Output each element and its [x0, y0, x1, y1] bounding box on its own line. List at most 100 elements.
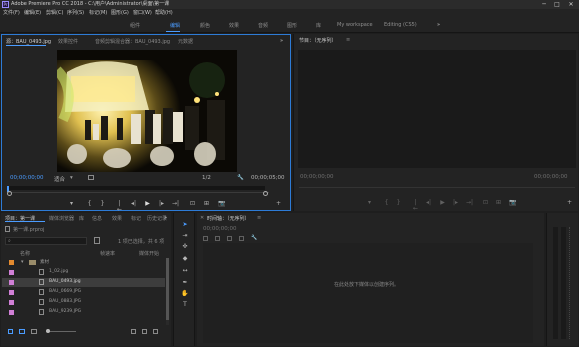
project-row-item[interactable]: BAU_0669.JPG — [2, 288, 165, 297]
project-row-item-selected[interactable]: BAU_0493.jpg — [2, 278, 165, 287]
program-add-button[interactable]: + — [566, 200, 573, 206]
close-button[interactable]: ✕ — [565, 0, 577, 9]
project-tabs-more-button[interactable]: » — [164, 215, 167, 221]
play-button[interactable]: ▶ — [144, 201, 151, 207]
source-tabs-more-button[interactable]: » — [280, 38, 283, 44]
project-search-input[interactable]: ⌕ — [5, 237, 87, 245]
menu-help[interactable]: 帮助(H) — [155, 9, 173, 18]
new-item-icon[interactable] — [142, 329, 147, 334]
tab-source[interactable]: 源：BAU_0493.jpg — [6, 38, 51, 45]
program-mark-in-button[interactable]: { — [383, 200, 390, 206]
ws-tab-libraries[interactable]: 库 — [316, 22, 321, 29]
pen-tool-icon[interactable]: ✒ — [181, 279, 189, 287]
ws-tab-audio[interactable]: 音频 — [258, 22, 268, 29]
source-fit-dropdown[interactable]: 适合 — [54, 175, 65, 183]
insert-nest-icon[interactable] — [203, 236, 208, 241]
ws-tab-editing[interactable]: 编辑 — [170, 22, 180, 29]
razor-tool-icon[interactable]: ◆ — [181, 255, 189, 263]
go-to-in-button[interactable]: |← — [116, 201, 123, 213]
add-marker-button[interactable]: ▾ — [68, 201, 75, 207]
menu-clip[interactable]: 剪辑(C) — [46, 9, 63, 18]
column-media-start[interactable]: 媒体开始 — [139, 250, 159, 257]
tab-audio-clip-mixer[interactable]: 音频剪辑混合器：BAU_0493.jpg — [95, 38, 170, 45]
settings-icon[interactable] — [88, 175, 94, 180]
ws-more-button[interactable]: » — [437, 22, 440, 28]
program-mark-out-button[interactable]: } — [395, 200, 402, 206]
mark-in-button[interactable]: { — [86, 201, 93, 207]
menu-graphics[interactable]: 图形(G) — [111, 9, 129, 18]
insert-button[interactable]: ⊡ — [189, 201, 196, 207]
type-tool-icon[interactable]: T — [181, 301, 189, 309]
add-marker-icon[interactable] — [239, 236, 244, 241]
program-play-button[interactable]: ▶ — [439, 200, 446, 206]
tab-effect-controls[interactable]: 效果控件 — [58, 38, 78, 45]
minimize-button[interactable]: ─ — [538, 0, 550, 9]
chevron-down-icon[interactable]: ▾ — [70, 175, 73, 181]
source-zoom-bar[interactable] — [7, 191, 269, 196]
snap-icon[interactable] — [215, 236, 220, 241]
menu-file[interactable]: 文件(F) — [3, 9, 20, 18]
program-step-forward-button[interactable]: |▸ — [452, 200, 459, 206]
source-timecode-in[interactable]: 00;00;00;00 — [10, 175, 44, 181]
maximize-button[interactable]: □ — [551, 0, 563, 9]
project-row-item[interactable]: 1_02.jpg — [2, 268, 165, 277]
zoom-handle-right[interactable] — [263, 191, 268, 196]
program-timecode-in[interactable]: 00;00;00;00 — [300, 174, 334, 180]
project-scrollbar-thumb[interactable] — [166, 258, 169, 320]
zoom-handle-left[interactable] — [7, 191, 12, 196]
project-row-folder[interactable]: ▾ 素材 — [2, 258, 165, 267]
tab-effects[interactable]: 效果 — [112, 215, 122, 222]
project-row-item[interactable]: BAU_0883.JPG — [2, 298, 165, 307]
program-go-to-out-button[interactable]: →| — [466, 200, 473, 206]
program-add-marker-button[interactable]: ▾ — [366, 200, 373, 206]
selection-tool-icon[interactable]: ➤ — [181, 221, 189, 229]
program-extract-button[interactable]: ⊞ — [495, 200, 502, 206]
timeline-drop-area[interactable]: 在此处放下媒体以创建序列。 — [203, 243, 533, 343]
timeline-title[interactable]: 时间轴：（无序列） — [207, 215, 250, 222]
ws-tab-assembly[interactable]: 组件 — [130, 22, 140, 29]
slip-tool-icon[interactable]: ↔ — [181, 267, 189, 275]
project-row-item[interactable]: BAU_9239.JPG — [2, 308, 165, 317]
menu-edit[interactable]: 编辑(E) — [24, 9, 41, 18]
zoom-slider-handle[interactable] — [46, 329, 50, 333]
tab-libraries[interactable]: 库 — [79, 215, 84, 222]
timeline-timecode[interactable]: 00;00;00;00 — [203, 226, 237, 232]
program-go-to-in-button[interactable]: |← — [412, 200, 419, 212]
ws-tab-my-workspace[interactable]: My workspace — [337, 22, 373, 28]
timeline-menu-icon[interactable]: ≡ — [257, 215, 261, 221]
column-frame-rate[interactable]: 帧速率 — [100, 250, 115, 257]
tab-media-browser[interactable]: 媒体浏览器 — [49, 215, 74, 222]
overwrite-button[interactable]: ⊞ — [203, 201, 210, 207]
step-forward-button[interactable]: |▸ — [158, 201, 165, 207]
program-lift-button[interactable]: ⊡ — [482, 200, 489, 206]
wrench-icon[interactable]: 🔧 — [237, 175, 244, 181]
list-view-icon[interactable] — [19, 329, 25, 334]
program-title[interactable]: 节目：（无序列） — [299, 37, 337, 44]
ws-tab-color[interactable]: 颜色 — [200, 22, 210, 29]
ws-tab-editing-cs5[interactable]: Editing (CS5) — [384, 22, 417, 28]
program-camera-icon[interactable]: 📷 — [509, 200, 516, 206]
menu-sequence[interactable]: 序列(S) — [67, 9, 84, 18]
ws-tab-graphics[interactable]: 图形 — [287, 22, 297, 29]
go-to-out-button[interactable]: →| — [172, 201, 179, 207]
tab-markers[interactable]: 标记 — [131, 215, 141, 222]
ripple-edit-tool-icon[interactable]: ✜ — [181, 243, 189, 251]
mark-out-button[interactable]: } — [99, 201, 106, 207]
track-select-tool-icon[interactable]: ⇥ — [181, 232, 189, 240]
source-scale-dropdown[interactable]: 1/2 — [202, 175, 211, 181]
menu-window[interactable]: 窗口(W) — [133, 9, 152, 18]
source-time-ruler[interactable] — [7, 186, 265, 193]
menu-marker[interactable]: 标记(M) — [89, 9, 107, 18]
program-time-ruler[interactable] — [299, 187, 575, 188]
column-name[interactable]: 名称 — [20, 250, 30, 257]
tab-info[interactable]: 信息 — [92, 215, 102, 222]
camera-icon[interactable]: 📷 — [218, 201, 225, 207]
icon-view-icon[interactable] — [31, 329, 37, 334]
program-menu-icon[interactable]: ≡ — [346, 37, 350, 43]
program-step-back-button[interactable]: ◂| — [425, 200, 432, 206]
add-button[interactable]: + — [275, 201, 282, 207]
trash-icon[interactable] — [153, 329, 158, 334]
new-bin-icon[interactable] — [131, 329, 136, 334]
tab-metadata[interactable]: 元数据 — [178, 38, 193, 45]
linked-selection-icon[interactable] — [227, 236, 232, 241]
